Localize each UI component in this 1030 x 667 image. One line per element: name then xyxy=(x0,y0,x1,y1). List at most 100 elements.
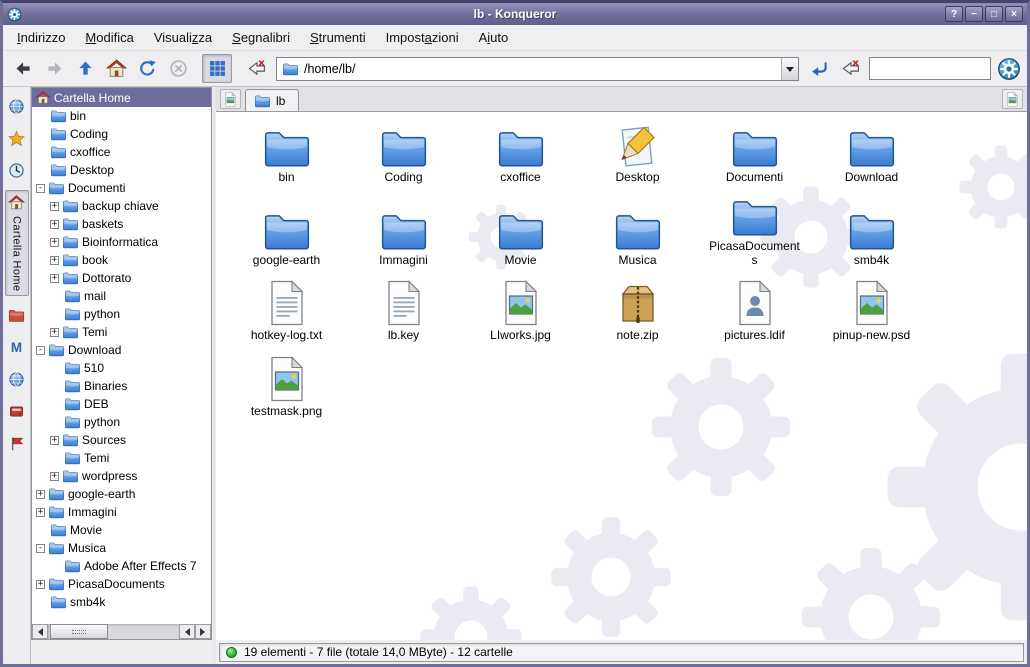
sidebar-tab-network[interactable] xyxy=(5,367,29,392)
tree-item-immagini[interactable]: +Immagini xyxy=(32,503,211,521)
tree-item-python[interactable]: python xyxy=(32,305,211,323)
file-liworks-jpg[interactable]: LIworks.jpg xyxy=(462,279,579,342)
file-note-zip[interactable]: note.zip xyxy=(579,279,696,342)
tree-item-google-earth[interactable]: +google-earth xyxy=(32,485,211,503)
tree-item-movie[interactable]: Movie xyxy=(32,521,211,539)
sidebar-tab-home-folder[interactable]: Cartella Home xyxy=(5,190,29,296)
sidebar-tab-metabar[interactable] xyxy=(5,335,29,360)
tree-item-documenti[interactable]: -Documenti xyxy=(32,179,211,197)
tree-item-temi[interactable]: +Temi xyxy=(32,323,211,341)
file-lb-key[interactable]: lb.key xyxy=(345,279,462,342)
home-button[interactable] xyxy=(101,54,131,83)
tree-item-download[interactable]: -Download xyxy=(32,341,211,359)
file-cxoffice[interactable]: cxoffice xyxy=(462,124,579,184)
tab-lb[interactable]: lb xyxy=(245,89,299,111)
tab-options-button[interactable] xyxy=(1002,89,1023,109)
tree-expander-plus[interactable]: + xyxy=(50,328,59,337)
clear-location-button[interactable] xyxy=(241,54,271,83)
folder-view[interactable]: binCodingcxofficeDesktopDocumentiDownloa… xyxy=(216,112,1027,640)
tree-item-bioinformatica[interactable]: +Bioinformatica xyxy=(32,233,211,251)
search-input[interactable] xyxy=(869,57,991,80)
location-dropdown-button[interactable] xyxy=(781,58,798,80)
tree-item-mail[interactable]: mail xyxy=(32,287,211,305)
file-bin[interactable]: bin xyxy=(228,124,345,184)
file-download[interactable]: Download xyxy=(813,124,930,184)
forward-button[interactable] xyxy=(39,54,69,83)
tree-expander-plus[interactable]: + xyxy=(50,220,59,229)
file-documenti[interactable]: Documenti xyxy=(696,124,813,184)
tree-expander-minus[interactable]: - xyxy=(36,346,45,355)
file-musica[interactable]: Musica xyxy=(579,196,696,267)
help-button[interactable]: ? xyxy=(945,6,963,22)
sidebar-tab-services[interactable] xyxy=(5,431,29,456)
file-coding[interactable]: Coding xyxy=(345,124,462,184)
tree-item-binaries[interactable]: Binaries xyxy=(32,377,211,395)
back-button[interactable] xyxy=(8,54,38,83)
tree-expander-plus[interactable]: + xyxy=(50,472,59,481)
tree-expander-plus[interactable]: + xyxy=(50,238,59,247)
close-button[interactable]: × xyxy=(1005,6,1023,22)
go-button[interactable] xyxy=(804,54,834,83)
tree-expander-plus[interactable]: + xyxy=(36,508,45,517)
tree-item-python[interactable]: python xyxy=(32,413,211,431)
location-input[interactable] xyxy=(304,58,776,80)
menu-visualizza[interactable]: Visualizza xyxy=(144,26,222,49)
tree-item-wordpress[interactable]: +wordpress xyxy=(32,467,211,485)
stop-button[interactable] xyxy=(163,54,193,83)
tree-item-picasadocuments[interactable]: +PicasaDocuments xyxy=(32,575,211,593)
tree-expander-plus[interactable]: + xyxy=(50,202,59,211)
tree-item-cxoffice[interactable]: cxoffice xyxy=(32,143,211,161)
tree-item-musica[interactable]: -Musica xyxy=(32,539,211,557)
tree-expander-minus[interactable]: - xyxy=(36,544,45,553)
up-button[interactable] xyxy=(70,54,100,83)
sidebar-tab-web-sidebar[interactable] xyxy=(5,94,29,119)
sidebar-tab-storage-media[interactable] xyxy=(5,399,29,424)
file-movie[interactable]: Movie xyxy=(462,196,579,267)
tree-expander-minus[interactable]: - xyxy=(36,184,45,193)
sidebar-tab-bookmarks[interactable] xyxy=(5,126,29,151)
tree-expander-plus[interactable]: + xyxy=(36,580,45,589)
menu-strumenti[interactable]: Strumenti xyxy=(300,26,376,49)
tree-item-deb[interactable]: DEB xyxy=(32,395,211,413)
file-picasadocuments[interactable]: PicasaDocuments xyxy=(696,196,813,267)
tree-item-baskets[interactable]: +baskets xyxy=(32,215,211,233)
scroll-right-button[interactable] xyxy=(195,624,211,639)
scroll-left-button[interactable] xyxy=(32,624,48,639)
maximize-button[interactable]: □ xyxy=(985,6,1003,22)
icon-view-button[interactable] xyxy=(202,54,232,83)
file-google-earth[interactable]: google-earth xyxy=(228,196,345,267)
new-tab-button[interactable] xyxy=(220,89,241,109)
sidebar-tab-history[interactable] xyxy=(5,158,29,183)
tree-item-sources[interactable]: +Sources xyxy=(32,431,211,449)
file-hotkey-log-txt[interactable]: hotkey-log.txt xyxy=(228,279,345,342)
tree-item-backup-chiave[interactable]: +backup chiave xyxy=(32,197,211,215)
tree-expander-plus[interactable]: + xyxy=(36,490,45,499)
sidebar-tab-root-folder[interactable] xyxy=(5,303,29,328)
scroll-left-button-2[interactable] xyxy=(179,624,195,639)
tree-item-desktop[interactable]: Desktop xyxy=(32,161,211,179)
file-immagini[interactable]: Immagini xyxy=(345,196,462,267)
minimize-button[interactable]: − xyxy=(965,6,983,22)
tree-item-bin[interactable]: bin xyxy=(32,107,211,125)
tree-expander-plus[interactable]: + xyxy=(50,256,59,265)
clear-search-button[interactable] xyxy=(835,54,865,83)
tree-expander-plus[interactable]: + xyxy=(50,436,59,445)
tree-item-book[interactable]: +book xyxy=(32,251,211,269)
menu-indirizzo[interactable]: Indirizzo xyxy=(7,26,75,49)
scroll-thumb[interactable] xyxy=(50,624,108,639)
tree-expander-plus[interactable]: + xyxy=(50,274,59,283)
menu-aiuto[interactable]: Aiuto xyxy=(469,26,519,49)
reload-button[interactable] xyxy=(132,54,162,83)
location-bar[interactable] xyxy=(276,57,799,81)
file-pictures-ldif[interactable]: pictures.ldif xyxy=(696,279,813,342)
tree-item-temi[interactable]: Temi xyxy=(32,449,211,467)
menu-modifica[interactable]: Modifica xyxy=(75,26,143,49)
scroll-track[interactable] xyxy=(48,624,179,639)
file-smb4k[interactable]: smb4k xyxy=(813,196,930,267)
tree-hscrollbar[interactable] xyxy=(31,624,212,640)
tree-root-home[interactable]: Cartella Home xyxy=(32,88,211,107)
tree-item-coding[interactable]: Coding xyxy=(32,125,211,143)
menu-segnalibri[interactable]: Segnalibri xyxy=(222,26,300,49)
tree-item-smb4k[interactable]: smb4k xyxy=(32,593,211,611)
tree-item-dottorato[interactable]: +Dottorato xyxy=(32,269,211,287)
